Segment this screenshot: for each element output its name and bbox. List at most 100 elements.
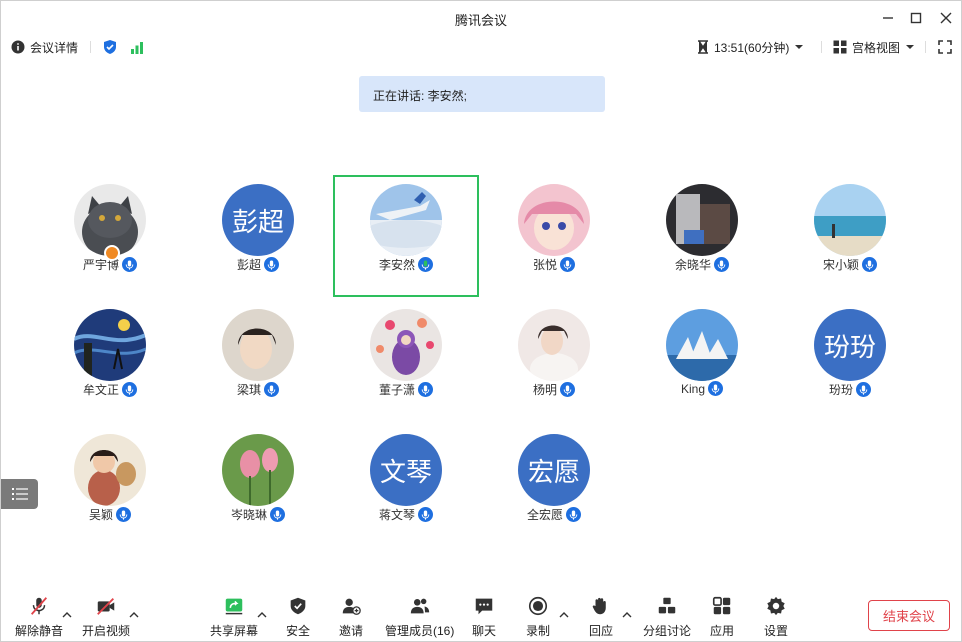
minimize-button[interactable] [877,7,899,29]
start-video-button[interactable]: 开启视频 [82,591,130,639]
participant-tile[interactable]: 玢玢 玢玢 [777,300,923,422]
participant-name-row: 蒋文琴 [333,506,479,523]
chevron-up-icon[interactable] [559,611,569,619]
chat-button[interactable]: 聊天 [472,591,496,639]
participant-name: 余晓华 [674,258,711,272]
participant-tile[interactable]: 张悦 [481,175,627,297]
breakout-button[interactable]: 分组讨论 [643,591,691,639]
window-title: 腾讯会议 [454,13,507,28]
settings-label: 设置 [764,624,789,638]
security-button[interactable]: 安全 [286,591,310,639]
mic-icon [270,507,285,522]
participant-tile[interactable]: King [629,300,775,422]
participant-name: 吴颖 [88,508,113,522]
share-screen-icon [225,598,243,615]
participant-name-row: 玢玢 [777,381,923,398]
participant-name: 董子潇 [378,383,415,397]
participant-name-row: 岑晓琳 [185,506,331,523]
mic-icon [708,381,724,396]
participant-tile[interactable]: 岑晓琳 [185,425,331,547]
manage-members-button[interactable]: 管理成员(16) [385,591,454,639]
participant-tile[interactable]: 李安然 [333,175,479,297]
grid-view-icon [833,40,847,54]
security-shield-icon[interactable] [102,39,118,55]
maximize-button[interactable] [905,7,927,29]
fullscreen-icon[interactable] [937,39,953,55]
participant-name-row: 吴颖 [37,506,183,523]
avatar [814,184,886,256]
mic-muted-icon [30,597,48,615]
participant-tile[interactable]: 牟文正 [37,300,183,422]
participant-tile[interactable]: 余晓华 [629,175,775,297]
avatar [222,434,294,506]
participant-name: 梁琪 [236,383,261,397]
security-label: 安全 [286,624,311,638]
host-badge-icon [104,245,120,261]
chevron-up-icon[interactable] [129,611,139,619]
participant-tile[interactable]: 严宇博 [37,175,183,297]
close-button[interactable] [935,7,957,29]
mic-icon [122,382,137,397]
record-button[interactable]: 录制 [526,591,550,639]
participant-name: 玢玢 [828,383,853,397]
participant-name: 牟文正 [82,383,119,397]
chevron-up-icon[interactable] [257,611,267,619]
share-screen-label: 共享屏幕 [210,624,259,638]
chevron-up-icon[interactable] [62,611,72,619]
unmute-button[interactable]: 解除静音 [15,591,63,639]
participant-tile[interactable]: 文琴 蒋文琴 [333,425,479,547]
participant-name: 岑晓琳 [230,508,267,522]
invite-button[interactable]: 邀请 [339,591,363,639]
participant-name-row: 杨明 [481,381,627,398]
participant-name-row: 张悦 [481,256,627,273]
member-list-toggle[interactable] [1,479,38,509]
avatar [518,184,590,256]
meeting-details-label: 会议详情 [30,40,79,55]
avatar [666,184,738,256]
mic-icon [264,382,279,397]
divider [925,41,926,53]
shield-icon [290,597,306,615]
react-button[interactable]: 回应 [589,591,613,639]
breakout-rooms-icon [658,597,676,614]
participant-name: 宋小颖 [822,258,859,272]
participant-tile[interactable]: 梁琪 [185,300,331,422]
participant-tile[interactable]: 宋小颖 [777,175,923,297]
participant-name: 蒋文琴 [378,508,415,522]
close-icon [940,12,952,24]
end-meeting-button[interactable]: 结束会议 [868,600,950,631]
participant-tile[interactable]: 杨明 [481,300,627,422]
apps-button[interactable]: 应用 [710,591,734,639]
participant-name: King [680,381,706,396]
video-off-icon [97,598,115,615]
meeting-window: 腾讯会议 会议详情 13:51(60分钟) 宫格视图 正在讲话: 李安然; 严宇… [0,0,962,642]
avatar [370,184,442,256]
chat-icon [475,598,493,615]
settings-button[interactable]: 设置 [764,591,788,639]
participant-tile[interactable]: 董子潇 [333,300,479,422]
mic-icon [418,257,433,272]
avatar [370,309,442,381]
participant-name: 张悦 [532,258,557,272]
share-screen-button[interactable]: 共享屏幕 [210,591,258,639]
apps-icon [712,596,731,615]
mic-icon [566,507,581,522]
speaking-banner: 正在讲话: 李安然; [359,76,605,112]
chevron-down-icon [906,45,915,49]
participant-name: 全宏愿 [526,508,563,522]
mic-icon [264,257,279,272]
meeting-timer[interactable]: 13:51(60分钟) [697,39,804,55]
avatar: 玢玢 [814,309,886,381]
chevron-down-icon [795,45,804,49]
mic-icon [862,257,877,272]
participant-tile[interactable]: 宏愿 全宏愿 [481,425,627,547]
participant-tile[interactable]: 吴颖 [37,425,183,547]
start-video-label: 开启视频 [82,624,131,638]
participant-tile[interactable]: 彭超 彭超 [185,175,331,297]
meeting-details-button[interactable]: 会议详情 [11,39,78,55]
avatar: 彭超 [222,184,294,256]
grid-view-button[interactable]: 宫格视图 [833,39,915,55]
participant-name-row: 牟文正 [37,381,183,398]
network-signal-icon[interactable] [129,39,145,55]
chevron-up-icon[interactable] [622,611,632,619]
